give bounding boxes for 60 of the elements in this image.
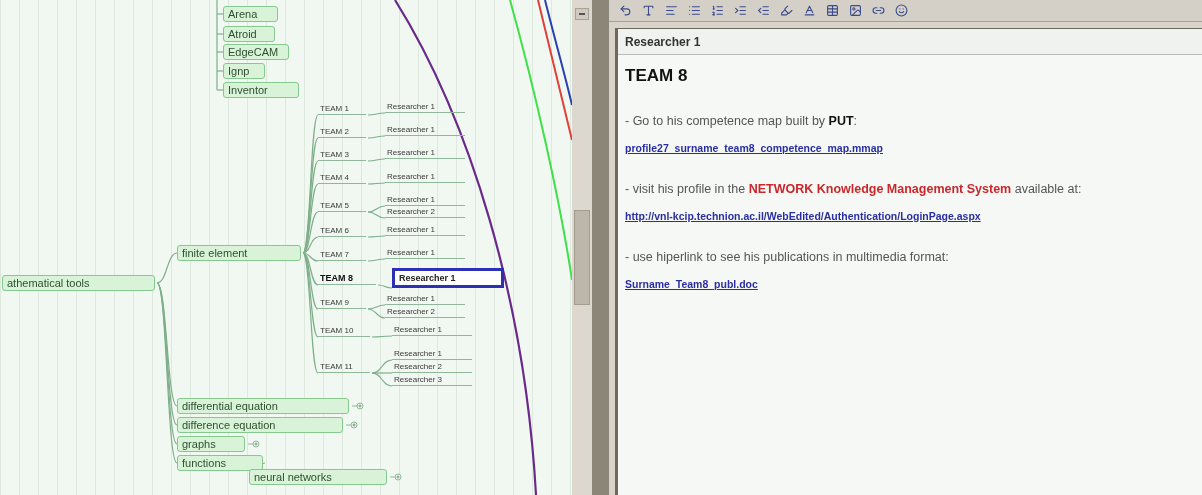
mind-map-node[interactable]: Atroid <box>223 26 275 42</box>
mind-map-node[interactable]: Ignp <box>223 63 265 79</box>
note-heading: TEAM 8 <box>625 65 689 87</box>
mind-map-node[interactable]: TEAM 5 <box>318 200 366 212</box>
table-icon[interactable] <box>824 2 840 19</box>
mind-map-node[interactable]: Researcher 1 <box>385 101 465 113</box>
mind-map-node[interactable]: Inventor <box>223 82 299 98</box>
mind-map-node[interactable]: Researcher 1 <box>385 224 465 236</box>
note-paragraph: - use hiperlink to see his publications in multimedia format: <box>625 248 950 266</box>
connector-line <box>377 284 393 289</box>
scroll-up-button[interactable] <box>575 8 589 20</box>
connector-line <box>367 258 386 262</box>
mind-map-node[interactable]: Arena <box>223 6 278 22</box>
mind-map-node[interactable]: TEAM 7 <box>318 249 366 261</box>
mind-map-node[interactable]: Researcher 1 <box>385 247 465 259</box>
mind-map-node[interactable]: TEAM 8 <box>318 273 376 285</box>
mind-map-node[interactable]: finite element <box>177 245 301 261</box>
mind-map-node[interactable]: Researcher 3 <box>392 374 472 386</box>
mind-map-node[interactable]: TEAM 4 <box>318 172 366 184</box>
connector-line <box>367 182 386 185</box>
mind-map-node[interactable]: Researcher 2 <box>385 306 465 318</box>
note-paragraph: - visit his profile in the NETWORK Knowledge Management System available at: <box>625 180 1083 198</box>
mind-map-node[interactable]: Researcher 2 <box>392 361 472 373</box>
note-link[interactable]: profile27_surname_team8_competence_map.mmap <box>625 141 883 154</box>
note-link[interactable]: Surname_Team8_publ.doc <box>625 277 758 290</box>
mind-map-node[interactable]: TEAM 6 <box>318 225 366 237</box>
mind-map-node[interactable]: Researcher 2 <box>385 206 465 218</box>
note-paragraph: - Go to his competence map built by PUT: <box>625 112 859 130</box>
mind-map-node[interactable]: Researcher 1 <box>392 268 504 288</box>
connector-line <box>367 235 386 238</box>
mind-map-node[interactable]: TEAM 9 <box>318 297 366 309</box>
mind-map-node[interactable]: Researcher 1 <box>385 171 465 183</box>
mind-map-node[interactable]: EdgeCAM <box>223 44 289 60</box>
mind-map-node[interactable]: difference equation <box>177 417 343 433</box>
mind-map-node[interactable]: Researcher 1 <box>385 194 465 206</box>
mind-map-node[interactable]: TEAM 1 <box>318 103 366 115</box>
mind-map-node[interactable]: Researcher 1 <box>392 324 472 336</box>
mind-map-node[interactable]: TEAM 3 <box>318 149 366 161</box>
mind-map-node[interactable]: graphs <box>177 436 245 452</box>
mind-map-node[interactable]: functions <box>177 455 263 471</box>
mind-map-node[interactable]: neural networks <box>249 469 387 485</box>
image-icon[interactable] <box>847 2 863 19</box>
mind-map-node[interactable]: differential equation <box>177 398 349 414</box>
note-title: Researcher 1 <box>625 33 701 51</box>
mind-map-node[interactable]: Researcher 1 <box>385 147 465 159</box>
connector-line <box>367 135 386 139</box>
connector-line <box>367 158 386 162</box>
mind-map-node[interactable]: TEAM 10 <box>318 325 370 337</box>
mind-map-node[interactable]: TEAM 11 <box>318 361 370 373</box>
mind-map-node[interactable]: Researcher 1 <box>392 348 472 360</box>
mind-map-node[interactable]: athematical tools <box>2 275 155 291</box>
mind-map-node[interactable]: Researcher 1 <box>385 293 465 305</box>
mind-map-node[interactable]: TEAM 2 <box>318 126 366 138</box>
scrollbar-thumb[interactable] <box>574 210 590 305</box>
connector-line <box>367 112 386 116</box>
connector-line <box>371 335 393 338</box>
smiley-icon[interactable] <box>893 2 909 19</box>
mind-map-node[interactable]: Researcher 1 <box>385 124 465 136</box>
note-link[interactable]: http://vnl-kcip.technion.ac.il/WebEdited/Authentication/LoginPage.aspx <box>625 209 981 222</box>
vertical-scrollbar[interactable] <box>572 0 592 495</box>
